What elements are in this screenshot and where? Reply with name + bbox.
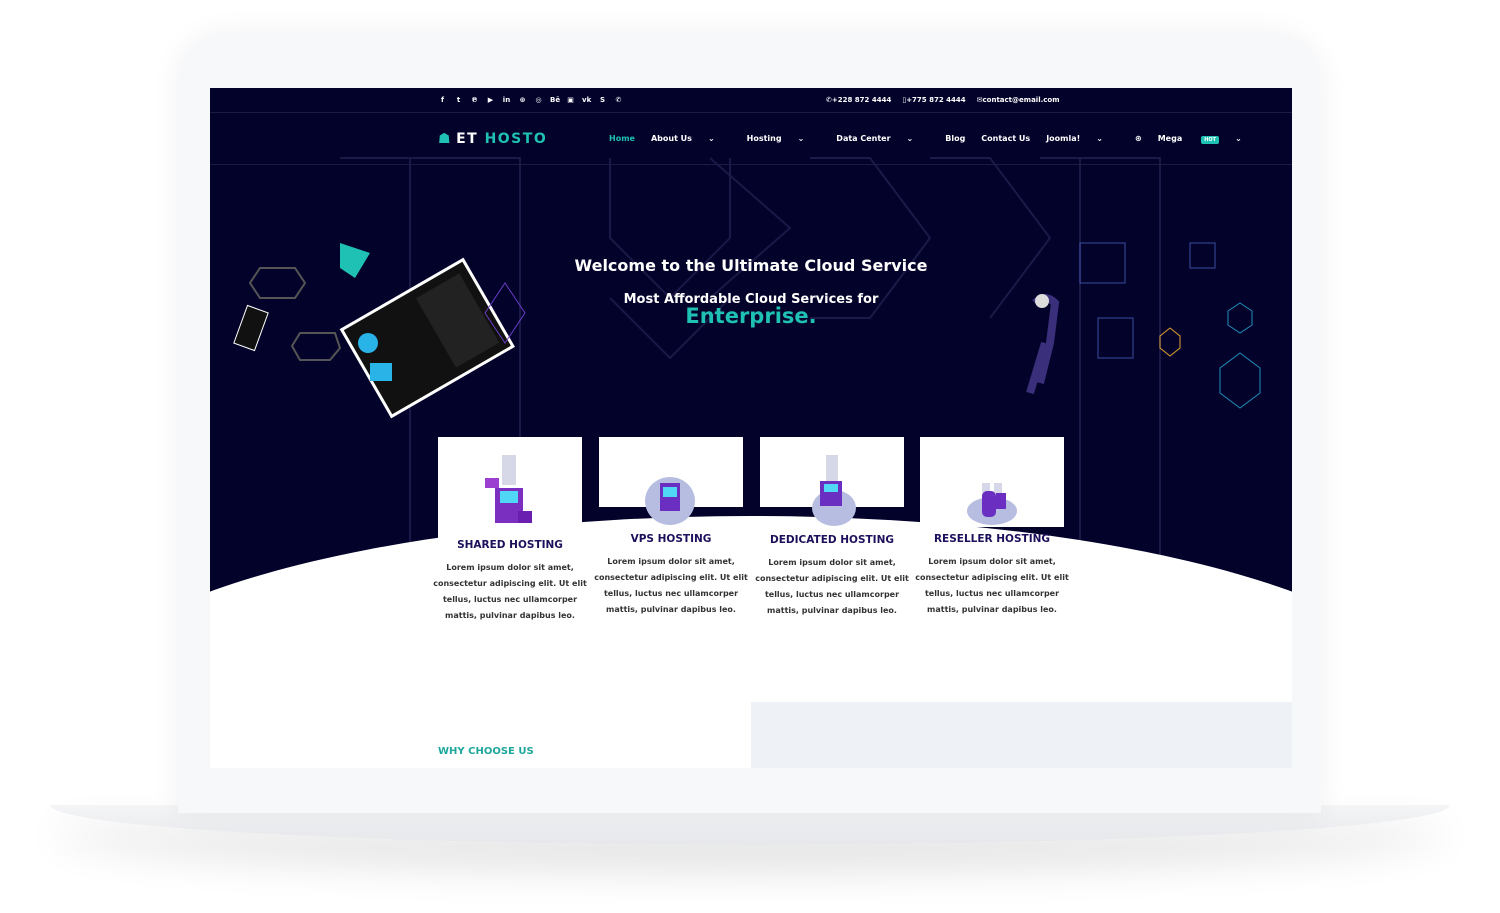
nav-home[interactable]: Home [609,134,635,143]
top-bar: f t ℗ ▶ in ⊛ ◎ Bē ▣ vk S ✆ ✆+228 872 444… [210,88,1292,113]
youtube-icon[interactable]: ▶ [486,96,495,104]
card-title: VPS HOSTING [630,533,712,545]
chevron-down-icon: ⌄ [1096,134,1103,143]
phone-2-text: +775 872 4444 [906,96,966,104]
logo-text-b: HOSTO [484,131,548,147]
vk-icon[interactable]: vk [582,96,591,104]
card-text: Lorem ipsum dolor sit amet, consectetur … [594,557,748,614]
logo-icon: ☗ [438,131,453,147]
pinterest-icon[interactable]: ℗ [470,96,479,104]
chevron-down-icon: ⌄ [906,134,914,143]
vps-hosting-icon [645,477,695,525]
nav-joomla[interactable]: Joomla! ⌄ [1046,134,1119,143]
dedicated-hosting-icon [812,455,856,526]
flickr-icon[interactable]: ▣ [566,96,575,104]
logo-text-a: ET [456,131,479,147]
phone-1[interactable]: ✆+228 872 4444 [826,96,891,104]
nav-mega[interactable]: ⊛ Mega HOT ⌄ [1135,134,1258,144]
whatsapp-icon[interactable]: ✆ [614,96,623,104]
card-text: Lorem ipsum dolor sit amet, consectetur … [433,563,587,620]
phone-2[interactable]: ▯+775 872 4444 [902,96,965,104]
shared-hosting-icon [485,455,532,523]
nav-mega-label: Mega [1157,134,1183,143]
nav-contact-us[interactable]: Contact Us [981,134,1030,143]
nav-joomla-label: Joomla! [1046,134,1081,143]
email[interactable]: ✉contact@email.com [977,96,1060,104]
chevron-down-icon: ⌄ [707,134,715,143]
why-choose-us-label: WHY CHOOSE US [438,746,534,757]
card-text: Lorem ipsum dolor sit amet, consectetur … [755,558,909,615]
skype-icon[interactable]: S [598,96,607,104]
hero-title: Welcome to the Ultimate Cloud Service [574,256,928,275]
instagram-icon[interactable]: ◎ [534,96,543,104]
chevron-down-icon: ⌄ [1235,134,1242,143]
email-text: contact@email.com [982,96,1060,104]
card-title: SHARED HOSTING [457,539,563,551]
nav-blog[interactable]: Blog [945,134,965,143]
website-screen: Welcome to the Ultimate Cloud Service Mo… [210,88,1292,768]
dribbble-icon: ⊛ [1135,134,1142,143]
hot-badge: HOT [1201,136,1220,144]
phone-1-text: +228 872 4444 [831,96,892,104]
card-title: DEDICATED HOSTING [770,534,894,546]
facebook-icon[interactable]: f [438,96,447,104]
chevron-down-icon: ⌄ [797,134,805,143]
nav-data-center-label: Data Center [836,134,891,143]
contact-info: ✆+228 872 4444 ▯+775 872 4444 ✉contact@e… [826,96,1060,104]
card-title: RESELLER HOSTING [933,533,1051,545]
twitter-icon[interactable]: t [454,96,463,104]
nav-about-label: About Us [650,134,692,143]
hero-highlight: Enterprise. [685,304,817,328]
card-text: Lorem ipsum dolor sit amet, consectetur … [915,557,1069,614]
main-nav: ☗ ET HOSTO Home About Us ⌄ Hosting ⌄ Data C… [210,113,1292,165]
nav-hosting-label: Hosting [746,134,782,143]
dribbble-icon[interactable]: ⊛ [518,96,527,104]
social-links: f t ℗ ▶ in ⊛ ◎ Bē ▣ vk S ✆ [438,96,623,104]
why-choose-image-panel [751,702,1292,768]
behance-icon[interactable]: Bē [550,96,560,104]
nav-hosting[interactable]: Hosting ⌄ [747,134,821,143]
linkedin-icon[interactable]: in [502,96,511,104]
nav-about-us[interactable]: About Us ⌄ [651,134,731,143]
nav-data-center[interactable]: Data Center ⌄ [836,134,929,143]
reseller-hosting-icon [967,483,1017,525]
logo[interactable]: ☗ ET HOSTO [438,131,547,147]
